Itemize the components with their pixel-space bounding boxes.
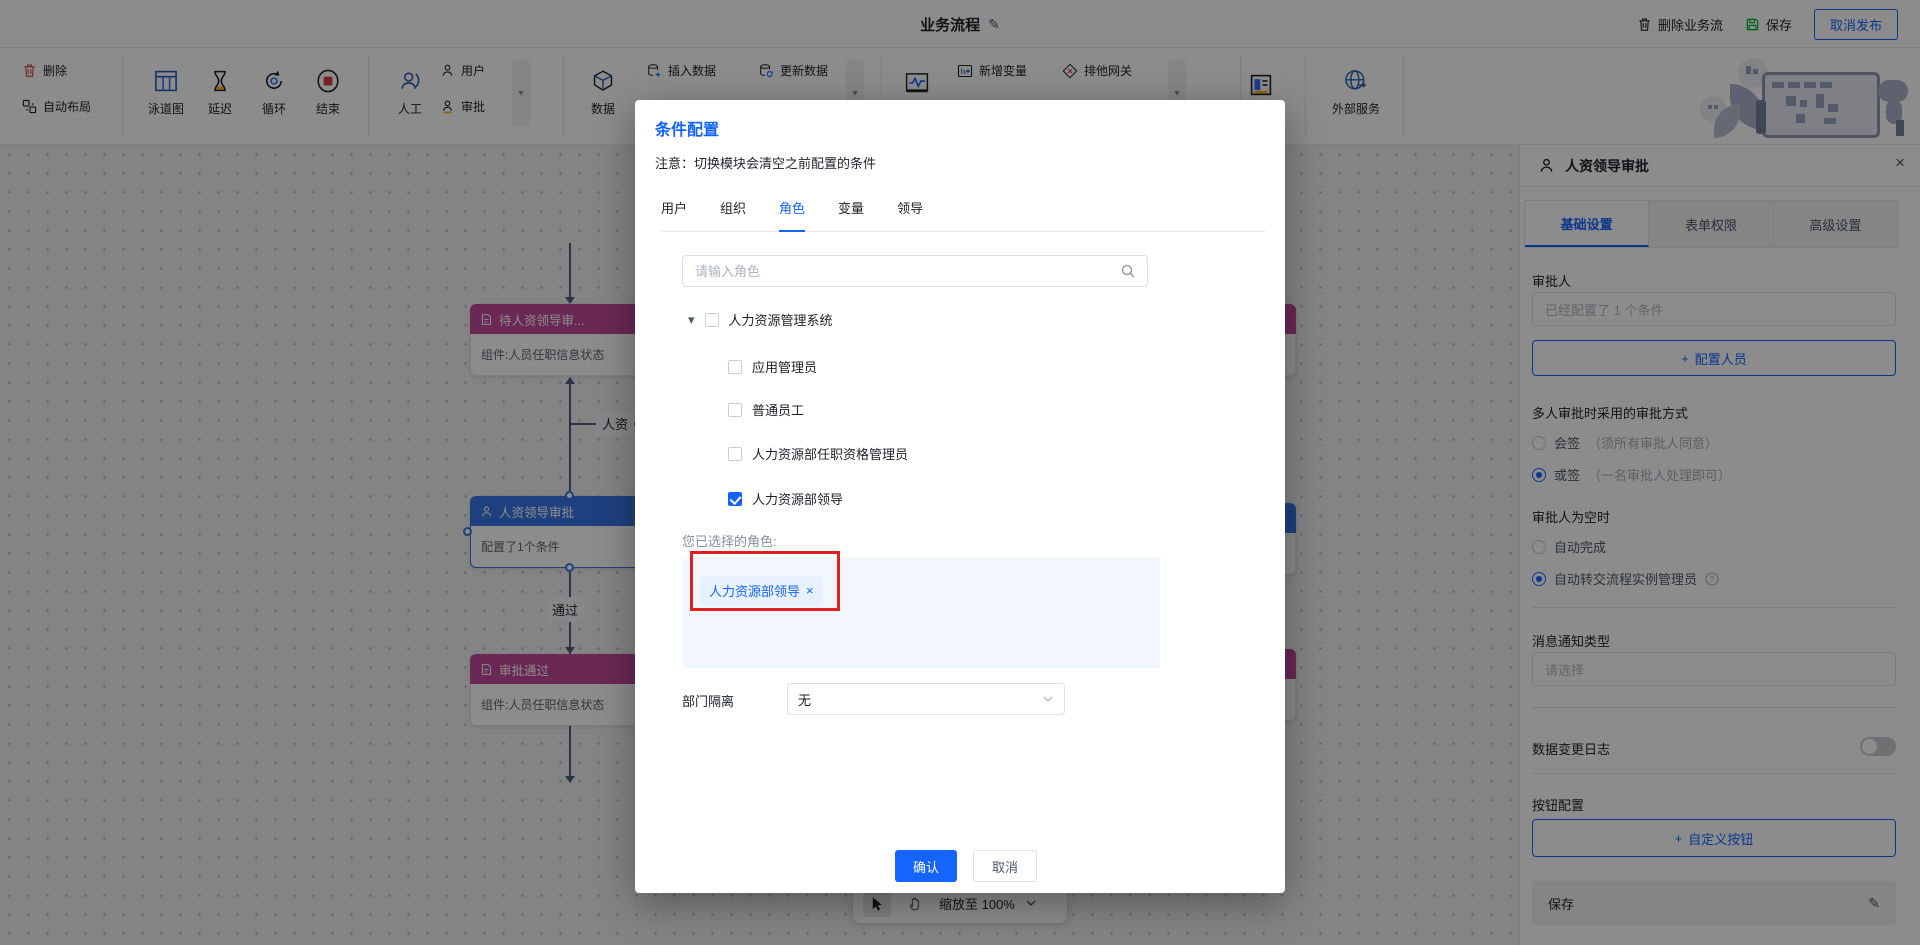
role-search-box bbox=[682, 255, 1148, 287]
tab-user[interactable]: 用户 bbox=[661, 198, 687, 231]
dept-isolation-select[interactable]: 无 bbox=[787, 683, 1065, 715]
tree-row[interactable]: 人力资源部任职资格管理员 bbox=[728, 444, 908, 463]
chevron-down-icon bbox=[1042, 693, 1054, 705]
checkbox[interactable] bbox=[728, 359, 742, 374]
modal-title: 条件配置 bbox=[655, 122, 720, 139]
tab-leader[interactable]: 领导 bbox=[897, 198, 923, 231]
tree-row[interactable]: 应用管理员 bbox=[728, 357, 817, 376]
tab-organization[interactable]: 组织 bbox=[720, 198, 746, 231]
tree-root-row[interactable]: ▾ 人力资源管理系统 bbox=[688, 310, 833, 329]
caret-down-icon[interactable]: ▾ bbox=[688, 312, 695, 328]
checkbox-root[interactable] bbox=[704, 312, 719, 327]
checkbox[interactable] bbox=[728, 446, 742, 461]
tab-variable[interactable]: 变量 bbox=[838, 198, 864, 231]
confirm-button[interactable]: 确认 bbox=[895, 850, 957, 882]
modal-note: 注意：切换模块会清空之前配置的条件 bbox=[655, 156, 877, 171]
role-search-input[interactable] bbox=[695, 263, 1121, 279]
condition-config-modal: 条件配置 注意：切换模块会清空之前配置的条件 用户 组织 角色 变量 领导 ▾ … bbox=[635, 100, 1285, 893]
annotation-highlight bbox=[690, 551, 840, 611]
tree-row[interactable]: 普通员工 bbox=[728, 400, 804, 419]
modal-tabs: 用户 组织 角色 变量 领导 bbox=[661, 198, 1265, 232]
dept-isolation-label: 部门隔离 bbox=[682, 694, 735, 709]
selected-roles-label: 您已选择的角色: bbox=[682, 534, 777, 549]
checkbox-checked[interactable] bbox=[728, 491, 742, 506]
cancel-button[interactable]: 取消 bbox=[973, 850, 1037, 882]
checkbox[interactable] bbox=[728, 402, 742, 417]
search-icon[interactable] bbox=[1121, 264, 1135, 278]
tree-row-selected[interactable]: 人力资源部领导 bbox=[728, 489, 843, 508]
tab-role[interactable]: 角色 bbox=[779, 198, 806, 232]
